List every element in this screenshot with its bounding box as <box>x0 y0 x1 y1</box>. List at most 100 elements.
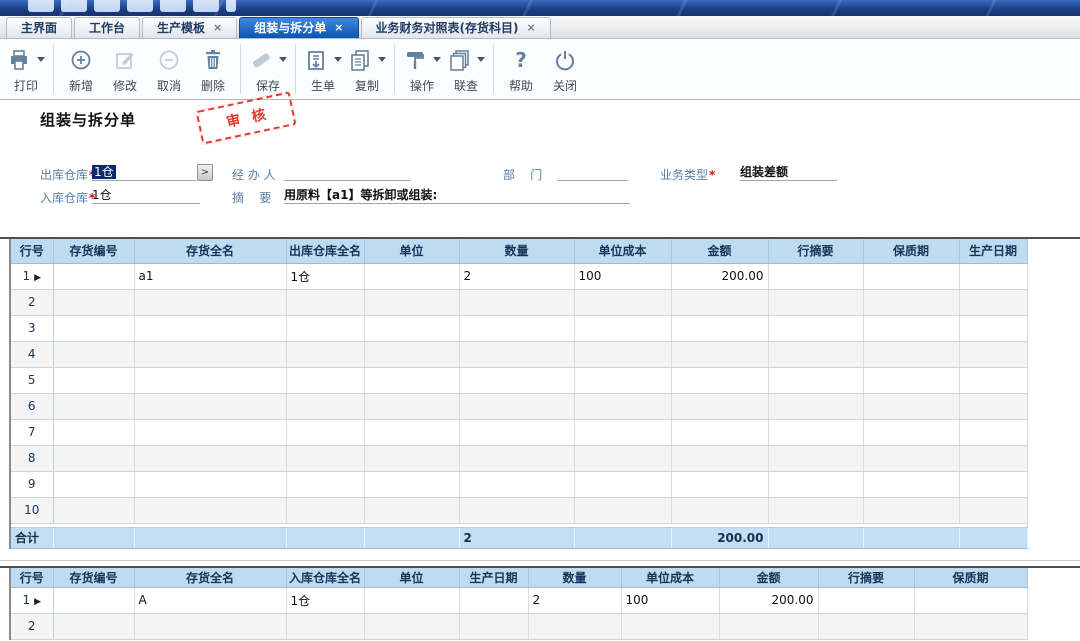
grid-cell[interactable] <box>863 471 959 497</box>
grid-cell[interactable] <box>459 497 574 523</box>
tab-assembly-split-order[interactable]: 组装与拆分单 × <box>239 17 358 38</box>
grid-cell[interactable]: 100 <box>574 263 671 289</box>
grid-cell[interactable] <box>134 289 286 315</box>
grid-cell[interactable] <box>53 315 134 341</box>
dropdown-caret-icon[interactable] <box>334 57 342 62</box>
column-header[interactable]: 单位成本 <box>621 568 719 587</box>
grid-cell[interactable] <box>768 341 863 367</box>
column-header[interactable]: 生产日期 <box>959 239 1027 263</box>
grid-cell[interactable] <box>574 315 671 341</box>
grid-cell[interactable] <box>671 445 768 471</box>
grid-cell[interactable] <box>459 587 528 613</box>
grid-cell[interactable] <box>574 367 671 393</box>
row-number[interactable]: 2 <box>10 289 53 315</box>
grid-cell[interactable] <box>364 289 459 315</box>
grid-cell[interactable]: A <box>134 587 286 613</box>
grid-cell[interactable] <box>574 289 671 315</box>
dropdown-caret-icon[interactable] <box>477 57 485 62</box>
in-warehouse-field[interactable]: 1仓 <box>92 186 200 204</box>
copy-button[interactable]: 复制 <box>345 42 389 96</box>
grid-cell[interactable]: 2 <box>459 263 574 289</box>
grid-cell[interactable] <box>53 445 134 471</box>
grid-cell[interactable] <box>863 263 959 289</box>
column-header[interactable]: 数量 <box>459 239 574 263</box>
grid-cell[interactable] <box>364 497 459 523</box>
grid-cell[interactable] <box>286 341 364 367</box>
grid-cell[interactable] <box>863 393 959 419</box>
grid-cell[interactable] <box>364 613 459 639</box>
row-number[interactable]: 6 <box>10 393 53 419</box>
grid-cell[interactable] <box>671 289 768 315</box>
out-warehouse-field[interactable]: 1仓 <box>92 163 196 181</box>
grid-cell[interactable] <box>134 341 286 367</box>
row-number[interactable]: 9 <box>10 471 53 497</box>
grid-cell[interactable] <box>959 263 1027 289</box>
grid-cell[interactable] <box>768 445 863 471</box>
grid-cell[interactable] <box>959 445 1027 471</box>
grid-cell[interactable] <box>134 613 286 639</box>
row-number[interactable]: 1▶ <box>10 587 53 613</box>
operate-button[interactable]: 操作 <box>400 42 444 96</box>
grid-cell[interactable] <box>671 419 768 445</box>
summary-field[interactable]: 用原料【a1】等拆卸或组装: <box>284 186 630 204</box>
grid-cell[interactable] <box>286 315 364 341</box>
column-header[interactable]: 存货全名 <box>134 568 286 587</box>
row-number[interactable]: 3 <box>10 315 53 341</box>
grid-cell[interactable] <box>459 393 574 419</box>
grid-cell[interactable] <box>863 497 959 523</box>
grid-cell[interactable] <box>768 367 863 393</box>
grid-cell[interactable] <box>768 263 863 289</box>
grid-cell[interactable] <box>134 367 286 393</box>
column-header[interactable]: 存货编号 <box>53 568 134 587</box>
grid-cell[interactable] <box>768 471 863 497</box>
tab-business-finance-map[interactable]: 业务财务对照表(存货科目) × <box>361 17 551 38</box>
grid-cell[interactable] <box>671 341 768 367</box>
department-field[interactable] <box>558 163 628 181</box>
row-number[interactable]: 4 <box>10 341 53 367</box>
grid-cell[interactable] <box>364 315 459 341</box>
grid-cell[interactable] <box>574 471 671 497</box>
grid-cell[interactable] <box>818 613 914 639</box>
handler-field[interactable] <box>284 163 410 181</box>
grid-cell[interactable] <box>863 341 959 367</box>
row-number[interactable]: 10 <box>10 497 53 523</box>
grid-cell[interactable] <box>459 315 574 341</box>
grid-cell[interactable] <box>364 263 459 289</box>
grid-cell[interactable] <box>671 315 768 341</box>
add-button[interactable]: 新增 <box>59 42 103 96</box>
grid-cell[interactable] <box>528 613 621 639</box>
grid-cell[interactable] <box>286 471 364 497</box>
grid-cell[interactable] <box>286 497 364 523</box>
grid-cell[interactable] <box>768 497 863 523</box>
column-header[interactable]: 保质期 <box>863 239 959 263</box>
grid-cell[interactable] <box>863 315 959 341</box>
grid-cell[interactable] <box>459 341 574 367</box>
grid-cell[interactable] <box>459 419 574 445</box>
grid-cell[interactable] <box>53 393 134 419</box>
column-header[interactable]: 行号 <box>10 568 53 587</box>
grid-cell[interactable] <box>574 393 671 419</box>
grid-cell[interactable] <box>959 419 1027 445</box>
column-header[interactable]: 保质期 <box>914 568 1027 587</box>
grid-cell[interactable] <box>53 613 134 639</box>
grid-cell[interactable] <box>364 367 459 393</box>
grid-cell[interactable] <box>574 497 671 523</box>
dropdown-caret-icon[interactable] <box>279 57 287 62</box>
column-header[interactable]: 金额 <box>719 568 818 587</box>
grid-cell[interactable] <box>863 289 959 315</box>
grid-cell[interactable]: 01 <box>53 587 134 613</box>
grid-cell[interactable] <box>134 315 286 341</box>
grid-cell[interactable] <box>459 613 528 639</box>
grid-cell[interactable] <box>134 393 286 419</box>
tab-workbench[interactable]: 工作台 <box>74 17 140 38</box>
grid-cell[interactable] <box>621 613 719 639</box>
grid-cell[interactable] <box>671 471 768 497</box>
grid-cell[interactable] <box>134 471 286 497</box>
grid-cell[interactable] <box>364 341 459 367</box>
grid-cell[interactable] <box>364 587 459 613</box>
grid-cell[interactable] <box>818 587 914 613</box>
column-header[interactable]: 金额 <box>671 239 768 263</box>
grid-cell[interactable] <box>364 471 459 497</box>
grid-cell[interactable] <box>959 289 1027 315</box>
grid-cell[interactable]: 1仓 <box>286 587 364 613</box>
